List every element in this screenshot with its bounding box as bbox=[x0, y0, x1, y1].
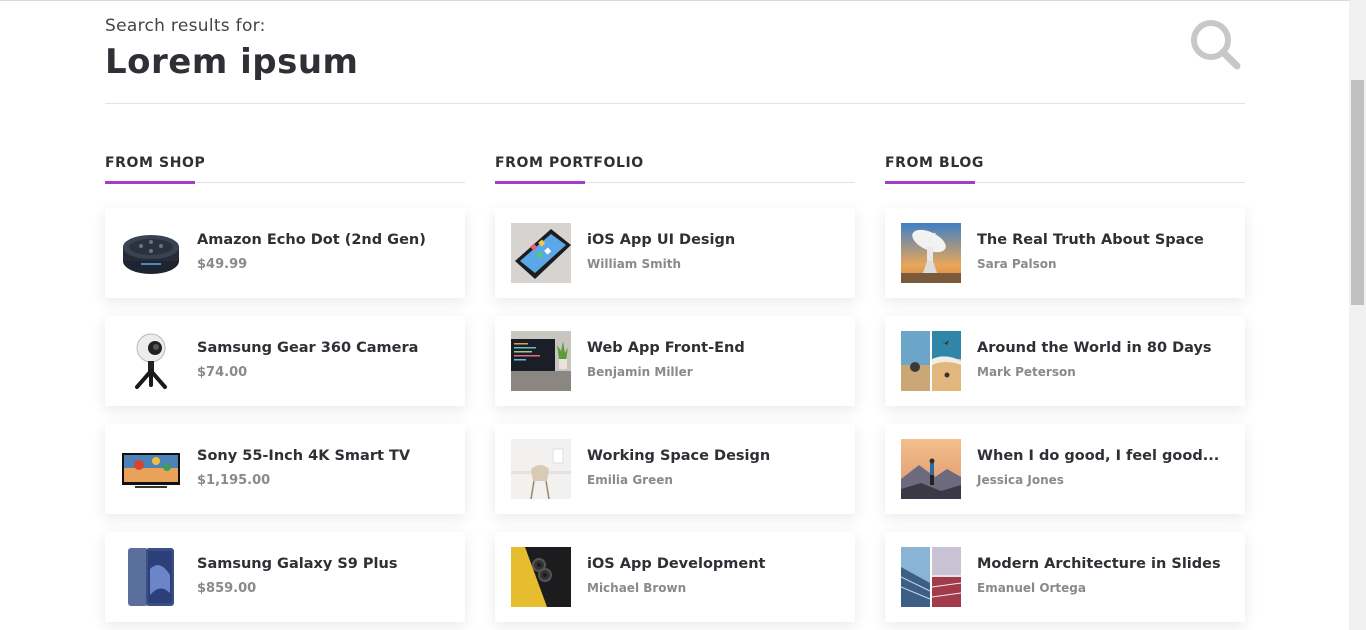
product-title: Amazon Echo Dot (2nd Gen) bbox=[197, 232, 426, 248]
portfolio-item-card[interactable]: Web App Front-End Benjamin Miller bbox=[495, 316, 855, 406]
product-title: Samsung Gear 360 Camera bbox=[197, 340, 419, 356]
portfolio-column-title: FROM PORTFOLIO bbox=[495, 155, 644, 171]
product-price: $49.99 bbox=[197, 257, 248, 272]
portfolio-title: iOS App Development bbox=[587, 556, 766, 572]
blog-item-card[interactable]: Modern Architecture in Slides Emanuel Or… bbox=[885, 532, 1245, 622]
blog-author: Mark Peterson bbox=[977, 365, 1076, 379]
blog-author: Sara Palson bbox=[977, 257, 1057, 271]
travel-collage-image bbox=[901, 331, 961, 391]
blog-item-card[interactable]: When I do good, I feel good... Jessica J… bbox=[885, 424, 1245, 514]
product-price: $1,195.00 bbox=[197, 473, 271, 488]
blog-author: Jessica Jones bbox=[977, 473, 1064, 487]
portfolio-item-card[interactable]: iOS App Development Michael Brown bbox=[495, 532, 855, 622]
architecture-collage-image bbox=[901, 547, 961, 607]
mountain-view-image bbox=[901, 439, 961, 499]
blog-title: Modern Architecture in Slides bbox=[977, 556, 1221, 572]
shop-title-underline bbox=[105, 181, 465, 184]
ios-app-ui-image bbox=[511, 223, 571, 283]
blog-column: FROM BLOG The Real Truth About Space Sar… bbox=[885, 155, 1245, 622]
portfolio-title: Web App Front-End bbox=[587, 340, 745, 356]
portfolio-title: iOS App UI Design bbox=[587, 232, 736, 248]
portfolio-author: Benjamin Miller bbox=[587, 365, 693, 379]
scrollbar-thumb[interactable] bbox=[1351, 80, 1364, 305]
ios-app-development-image bbox=[511, 547, 571, 607]
blog-title: When I do good, I feel good... bbox=[977, 448, 1220, 464]
product-title: Sony 55-Inch 4K Smart TV bbox=[197, 448, 411, 464]
top-border bbox=[0, 0, 1349, 1]
product-price: $74.00 bbox=[197, 365, 248, 380]
smart-tv-image bbox=[121, 439, 181, 499]
product-price: $859.00 bbox=[197, 581, 257, 596]
web-app-image bbox=[511, 331, 571, 391]
smartphone-image bbox=[121, 547, 181, 607]
echo-dot-image bbox=[121, 223, 181, 283]
portfolio-title: Working Space Design bbox=[587, 448, 771, 464]
gear-360-camera-image bbox=[121, 331, 181, 391]
vertical-scrollbar[interactable] bbox=[1349, 0, 1366, 630]
shop-item-card[interactable]: Amazon Echo Dot (2nd Gen) $49.99 bbox=[105, 208, 465, 298]
working-space-image bbox=[511, 439, 571, 499]
blog-title: Around the World in 80 Days bbox=[977, 340, 1212, 356]
portfolio-title-underline bbox=[495, 181, 855, 184]
portfolio-author: Emilia Green bbox=[587, 473, 673, 487]
shop-item-card[interactable]: Samsung Galaxy S9 Plus $859.00 bbox=[105, 532, 465, 622]
search-label: Search results for: bbox=[105, 16, 266, 36]
blog-title: The Real Truth About Space bbox=[977, 232, 1204, 248]
blog-title-underline bbox=[885, 181, 1245, 184]
blog-author: Emanuel Ortega bbox=[977, 581, 1086, 595]
shop-item-card[interactable]: Sony 55-Inch 4K Smart TV $1,195.00 bbox=[105, 424, 465, 514]
portfolio-item-card[interactable]: iOS App UI Design William Smith bbox=[495, 208, 855, 298]
search-term: Lorem ipsum bbox=[105, 42, 359, 82]
radio-telescope-image bbox=[901, 223, 961, 283]
blog-column-title: FROM BLOG bbox=[885, 155, 984, 171]
portfolio-column: FROM PORTFOLIO iOS App UI Design William… bbox=[495, 155, 855, 622]
shop-item-card[interactable]: Samsung Gear 360 Camera $74.00 bbox=[105, 316, 465, 406]
header-divider bbox=[105, 103, 1245, 104]
shop-column: FROM SHOP Amazon Echo Dot (2nd Gen) $49.… bbox=[105, 155, 465, 622]
shop-column-title: FROM SHOP bbox=[105, 155, 206, 171]
product-title: Samsung Galaxy S9 Plus bbox=[197, 556, 398, 572]
blog-item-card[interactable]: The Real Truth About Space Sara Palson bbox=[885, 208, 1245, 298]
portfolio-author: Michael Brown bbox=[587, 581, 687, 595]
search-icon[interactable] bbox=[1189, 18, 1243, 72]
blog-item-card[interactable]: Around the World in 80 Days Mark Peterso… bbox=[885, 316, 1245, 406]
portfolio-item-card[interactable]: Working Space Design Emilia Green bbox=[495, 424, 855, 514]
portfolio-author: William Smith bbox=[587, 257, 682, 271]
